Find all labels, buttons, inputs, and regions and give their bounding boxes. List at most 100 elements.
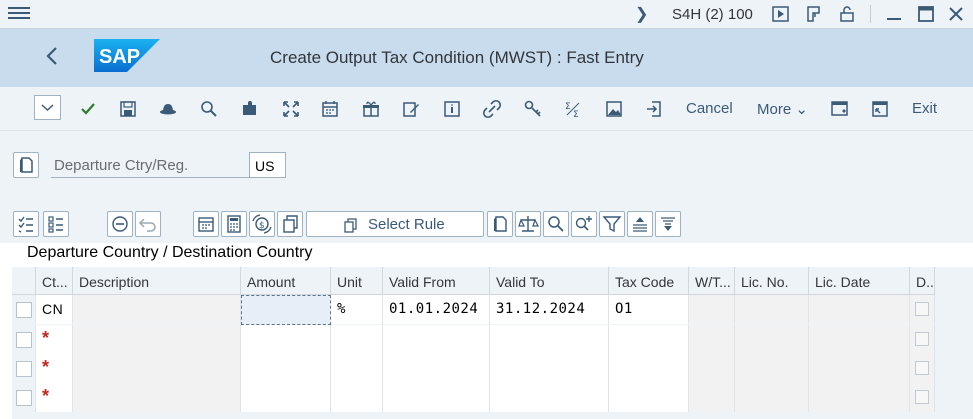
more-label: More xyxy=(757,101,792,118)
find-icon[interactable] xyxy=(543,211,569,237)
d-checkbox[interactable] xyxy=(915,302,929,316)
maximize-icon[interactable] xyxy=(917,5,935,23)
close-icon[interactable] xyxy=(947,5,965,23)
column-header-lic-date[interactable]: Lic. Date xyxy=(809,267,910,295)
cancel-button[interactable]: Cancel xyxy=(686,100,733,117)
search-icon[interactable] xyxy=(199,99,219,119)
table-row xyxy=(12,354,935,383)
unit-cell[interactable]: % xyxy=(331,295,383,324)
sum-icon[interactable]: ΣΣ xyxy=(563,99,583,120)
check-icon[interactable] xyxy=(78,99,98,119)
page-icon[interactable] xyxy=(487,211,513,237)
row-select-checkbox[interactable] xyxy=(16,390,32,406)
currency-icon[interactable]: $ xyxy=(249,211,275,237)
valid-to-cell[interactable] xyxy=(490,383,609,412)
minimize-icon[interactable] xyxy=(885,5,903,23)
title-bar: SAP Create Output Tax Condition (MWST) :… xyxy=(0,29,973,87)
export-icon[interactable] xyxy=(644,99,664,119)
hat-icon[interactable] xyxy=(158,99,178,119)
calculator-icon[interactable] xyxy=(221,211,247,237)
amount-cell[interactable] xyxy=(241,354,331,383)
ct-cell[interactable]: CN xyxy=(36,295,73,324)
puzzle-icon[interactable] xyxy=(240,99,260,119)
d-checkbox[interactable] xyxy=(915,390,929,404)
unit-cell[interactable] xyxy=(331,383,383,412)
more-button[interactable]: More ⌄ xyxy=(757,100,808,118)
column-header-amount[interactable]: Amount xyxy=(241,267,331,295)
column-header-unit[interactable]: Unit xyxy=(331,267,383,295)
balance-icon[interactable] xyxy=(515,211,541,237)
filter-icon[interactable] xyxy=(599,211,625,237)
departure-label: Departure Ctry/Reg. xyxy=(51,152,249,178)
d-checkbox[interactable] xyxy=(915,361,929,375)
row-select-checkbox[interactable] xyxy=(16,302,32,318)
wt-cell xyxy=(689,295,735,324)
link-icon[interactable] xyxy=(482,99,502,119)
valid-to-cell[interactable] xyxy=(490,325,609,354)
table-row: CN % 01.01.2024 31.12.2024 O1 xyxy=(12,295,935,324)
document-icon[interactable] xyxy=(13,152,39,178)
delete-row-icon[interactable] xyxy=(107,211,133,237)
select-all-icon[interactable] xyxy=(13,211,39,237)
d-checkbox[interactable] xyxy=(915,332,929,346)
deselect-all-icon[interactable] xyxy=(43,211,69,237)
exit-button[interactable]: Exit xyxy=(912,100,937,117)
column-header-valid-from[interactable]: Valid From xyxy=(383,267,490,295)
select-rule-button[interactable]: Select Rule xyxy=(306,211,484,237)
amount-cell[interactable] xyxy=(241,325,331,354)
save-icon[interactable] xyxy=(118,99,138,119)
lic-date-cell xyxy=(809,325,910,354)
column-header-wt[interactable]: W/T... xyxy=(689,267,735,295)
row-select-checkbox[interactable] xyxy=(16,332,32,348)
info-icon[interactable] xyxy=(442,99,462,119)
calendar-icon[interactable] xyxy=(193,211,219,237)
column-header-valid-to[interactable]: Valid To xyxy=(490,267,609,295)
column-header-lic-no[interactable]: Lic. No. xyxy=(735,267,809,295)
tax-code-cell[interactable] xyxy=(609,383,689,412)
row-select-checkbox[interactable] xyxy=(16,361,32,377)
play-icon[interactable] xyxy=(772,5,790,23)
column-header-d[interactable]: D... xyxy=(910,267,935,295)
valid-from-cell[interactable]: 01.01.2024 xyxy=(383,295,490,324)
unit-cell[interactable] xyxy=(331,354,383,383)
menu-icon[interactable] xyxy=(8,4,30,24)
svg-text:Σ: Σ xyxy=(565,102,571,112)
toolbar-dropdown[interactable] xyxy=(34,95,61,120)
unit-cell[interactable] xyxy=(331,325,383,354)
table-side-area xyxy=(935,267,973,419)
calendar-icon[interactable] xyxy=(320,99,340,119)
sort-ascending-icon[interactable] xyxy=(627,211,653,237)
find-next-icon[interactable] xyxy=(571,211,597,237)
copy-icon[interactable] xyxy=(277,211,303,237)
valid-from-cell[interactable] xyxy=(383,325,490,354)
required-indicator: * xyxy=(42,357,50,377)
expand-icon[interactable] xyxy=(281,99,301,119)
valid-to-cell[interactable]: 31.12.2024 xyxy=(490,295,609,324)
back-button[interactable] xyxy=(44,45,60,73)
gift-icon[interactable] xyxy=(361,99,381,119)
tax-code-cell[interactable] xyxy=(609,325,689,354)
edit-icon[interactable] xyxy=(401,99,421,119)
lic-date-cell xyxy=(809,383,910,412)
required-indicator: * xyxy=(42,386,50,406)
column-header-description[interactable]: Description xyxy=(73,267,241,295)
new-window-icon[interactable] xyxy=(830,99,850,119)
departure-country-input[interactable]: US xyxy=(249,152,286,178)
tax-code-cell[interactable] xyxy=(609,354,689,383)
column-header-ct[interactable]: Ct... xyxy=(36,267,73,295)
amount-focus-cell[interactable] xyxy=(241,295,331,325)
tax-code-cell[interactable]: O1 xyxy=(609,295,689,324)
sap-gui-icon[interactable] xyxy=(805,5,823,23)
valid-from-cell[interactable] xyxy=(383,383,490,412)
sort-descending-icon[interactable] xyxy=(655,211,681,237)
valid-from-cell[interactable] xyxy=(383,354,490,383)
image-icon[interactable] xyxy=(604,99,624,119)
chevron-right-icon[interactable]: ❯ xyxy=(635,4,648,24)
lock-icon[interactable] xyxy=(838,5,856,23)
window-restore-icon[interactable] xyxy=(870,99,890,119)
valid-to-cell[interactable] xyxy=(490,354,609,383)
undo-icon[interactable] xyxy=(135,211,161,237)
column-header-tax-code[interactable]: Tax Code xyxy=(609,267,689,295)
amount-cell[interactable] xyxy=(241,383,331,412)
key-icon[interactable] xyxy=(523,99,543,119)
